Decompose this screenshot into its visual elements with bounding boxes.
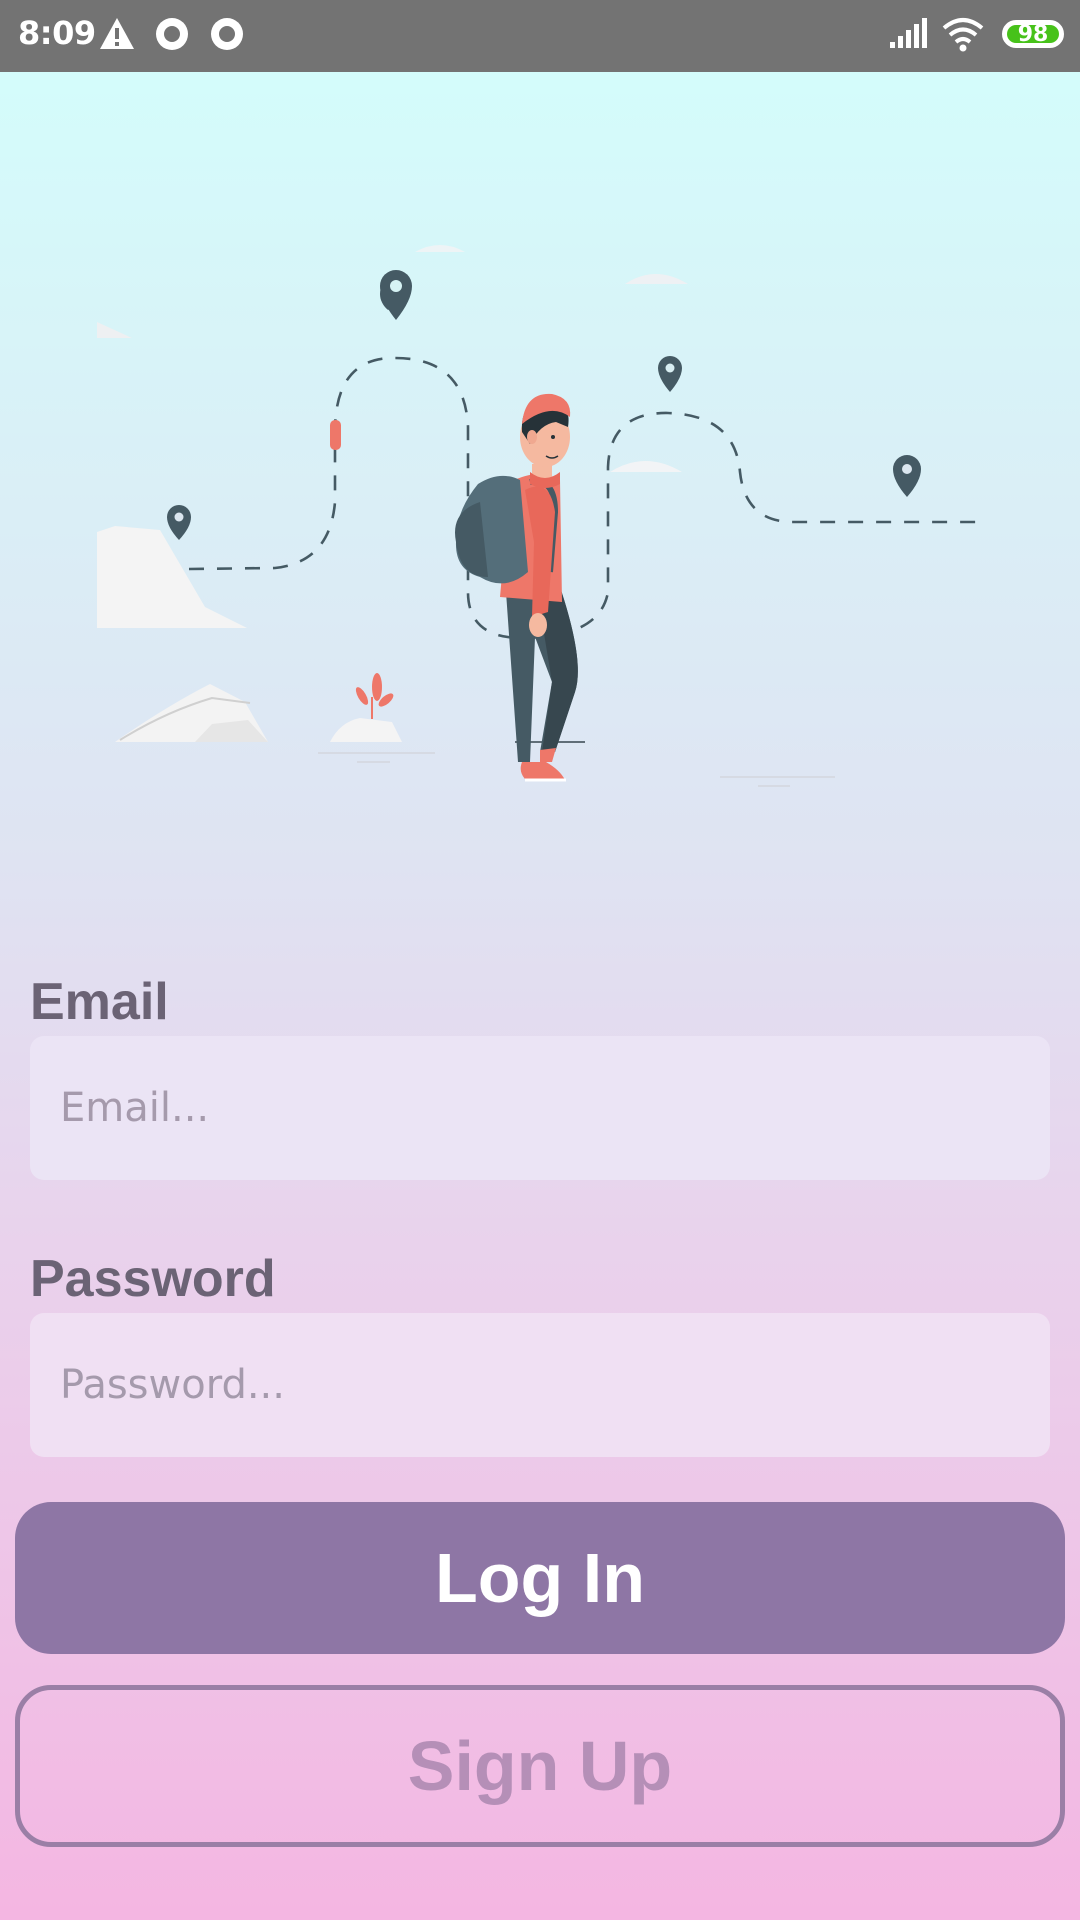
record-icon	[156, 18, 188, 50]
email-placeholder: Email...	[60, 1085, 210, 1131]
signup-button[interactable]: Sign Up	[15, 1685, 1065, 1847]
plant-shape	[355, 673, 394, 719]
cloud-shape	[610, 461, 682, 472]
email-label: Email	[30, 973, 169, 1031]
password-field[interactable]: Password...	[30, 1313, 1050, 1457]
rock-shape	[97, 526, 247, 628]
password-placeholder: Password...	[60, 1362, 285, 1408]
cloud-shape	[415, 245, 465, 252]
battery-level: 98	[1017, 22, 1049, 47]
map-pin-icon	[380, 270, 412, 320]
signup-button-label: Sign Up	[407, 1727, 673, 1805]
hiker-figure	[455, 393, 578, 782]
status-bar: 8:09 98	[0, 0, 1080, 72]
rock-shape	[330, 718, 402, 742]
map-pin-icon	[167, 505, 191, 540]
email-field[interactable]: Email...	[30, 1036, 1050, 1180]
hiker-illustration	[97, 245, 985, 787]
battery-icon: 98	[1002, 20, 1064, 48]
cloud-shape	[97, 322, 132, 338]
signal-icon	[890, 18, 927, 48]
password-label: Password	[30, 1250, 276, 1308]
route-marker	[330, 420, 341, 450]
record-icon	[211, 18, 243, 50]
wifi-icon	[942, 18, 984, 52]
cloud-shape	[625, 274, 688, 284]
map-pin-icon	[893, 455, 921, 497]
login-button[interactable]: Log In	[15, 1502, 1065, 1654]
login-button-label: Log In	[435, 1539, 645, 1617]
status-time: 8:09	[18, 14, 96, 52]
warning-icon	[100, 18, 134, 49]
map-pin-icon	[658, 356, 682, 392]
